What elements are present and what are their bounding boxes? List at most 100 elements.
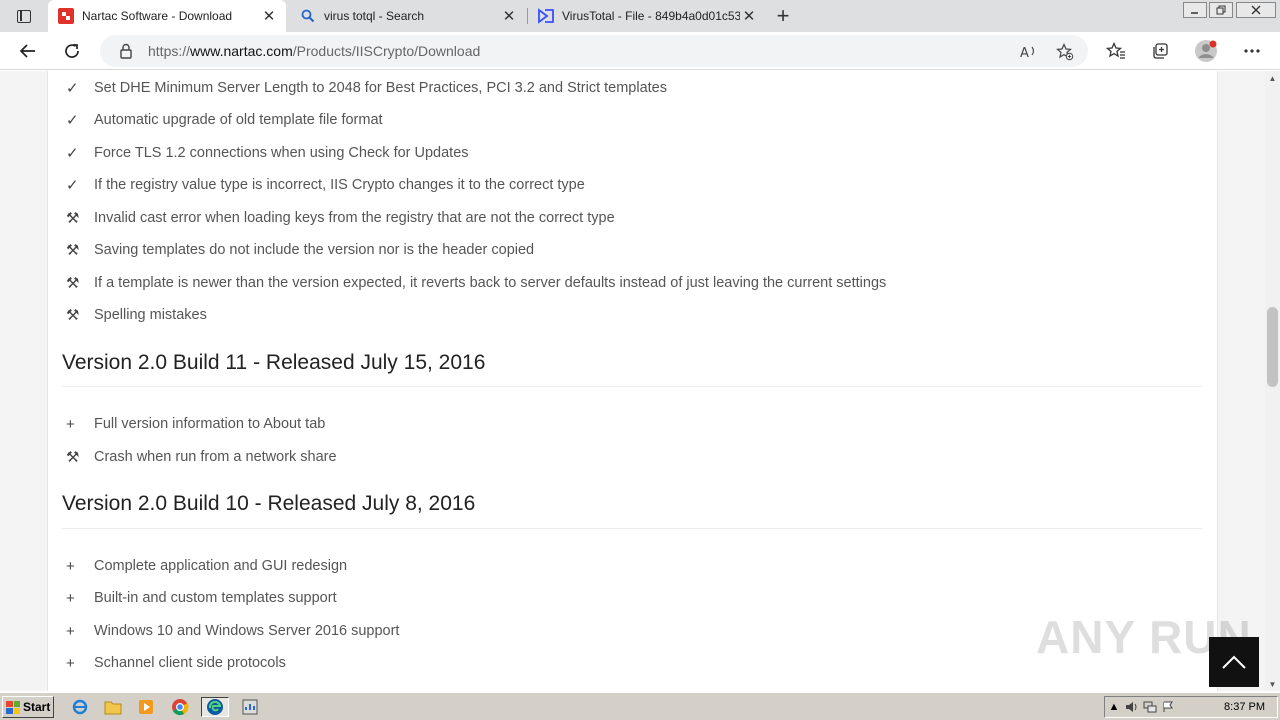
file-explorer-icon[interactable] bbox=[101, 697, 125, 717]
restore-button[interactable] bbox=[1209, 2, 1233, 18]
url-text: https://www.nartac.com/Products/IISCrypt… bbox=[148, 43, 480, 59]
media-player-icon[interactable] bbox=[134, 697, 158, 717]
svg-text:A: A bbox=[1020, 46, 1029, 60]
tab-virustotal-file[interactable]: VirusTotal - File - 849b4a0d01c53 ✕ bbox=[528, 0, 766, 32]
changelog-item-text: If the registry value type is incorrect,… bbox=[94, 177, 585, 193]
read-aloud-icon[interactable]: A bbox=[1020, 43, 1038, 61]
changelog-item: ⚒ If a template is newer than the versio… bbox=[64, 272, 886, 294]
tab-virus-search[interactable]: virus totql - Search ✕ bbox=[290, 0, 526, 32]
close-tab-icon[interactable]: ✕ bbox=[500, 7, 518, 25]
changelog-item-text: Spelling mistakes bbox=[94, 307, 207, 323]
collections-button[interactable] bbox=[1146, 37, 1174, 65]
favorites-button[interactable] bbox=[1102, 37, 1130, 65]
chevron-up-icon bbox=[1222, 655, 1246, 669]
nartac-logo-icon bbox=[58, 8, 74, 24]
changelog-item-text: Built-in and custom templates support bbox=[94, 590, 337, 606]
refresh-button[interactable] bbox=[58, 37, 86, 65]
chrome-icon[interactable] bbox=[168, 697, 192, 717]
changelog-item-text: Automatic upgrade of old template file f… bbox=[94, 112, 383, 128]
changelog-item: ⚒ Saving templates do not include the ve… bbox=[64, 239, 534, 261]
flag-icon[interactable] bbox=[1159, 699, 1177, 715]
changelog-item: + Schannel client side protocols bbox=[64, 652, 286, 674]
changelog-item-text: Invalid cast error when loading keys fro… bbox=[94, 210, 615, 226]
changelog-item: ⚒ Crash when run from a network share bbox=[64, 446, 337, 468]
changelog-item: ⚒ Invalid cast error when loading keys f… bbox=[64, 207, 615, 229]
checkmark-icon: ✓ bbox=[66, 177, 79, 194]
changelog-item-text: If a template is newer than the version … bbox=[94, 275, 887, 291]
speaker-icon[interactable] bbox=[1123, 699, 1141, 715]
add-favorite-icon[interactable] bbox=[1056, 43, 1074, 61]
changelog-item: + Windows 10 and Windows Server 2016 sup… bbox=[64, 620, 399, 642]
changelog-item: ⚒ Spelling mistakes bbox=[64, 304, 207, 326]
changelog-item-text: Crash when run from a network share bbox=[94, 449, 337, 465]
url-scheme: https:// bbox=[148, 43, 191, 59]
scroll-up-arrow-icon[interactable]: ▲ bbox=[1265, 71, 1280, 85]
tab-nartac-download[interactable]: Nartac Software - Download ✕ bbox=[48, 0, 286, 32]
plus-icon: + bbox=[66, 622, 75, 640]
changelog-item-text: Complete application and GUI redesign bbox=[94, 558, 348, 574]
section-divider bbox=[62, 386, 1202, 387]
url-host: www.nartac.com bbox=[190, 43, 293, 59]
scroll-down-arrow-icon[interactable]: ▼ bbox=[1265, 677, 1280, 691]
plus-icon: + bbox=[66, 654, 75, 672]
edge-icon[interactable] bbox=[201, 697, 229, 717]
tools-icon: ⚒ bbox=[66, 210, 80, 227]
changelog-item: ✓ Force TLS 1.2 connections when using C… bbox=[64, 142, 469, 164]
changelog-item: + Complete application and GUI redesign bbox=[64, 555, 347, 577]
tray-expand-icon[interactable]: ▲ bbox=[1105, 699, 1123, 715]
close-window-button[interactable] bbox=[1236, 2, 1276, 18]
scrollbar-thumb[interactable] bbox=[1267, 307, 1278, 387]
minimize-button[interactable] bbox=[1183, 2, 1207, 18]
restore-icon bbox=[1216, 5, 1226, 15]
page-scrollbar[interactable]: ▲ ▼ bbox=[1265, 71, 1280, 691]
lock-icon bbox=[118, 43, 134, 59]
task-manager-icon[interactable] bbox=[236, 697, 264, 717]
tab-actions-icon bbox=[17, 9, 31, 23]
changelog-item: + Full version information to About tab bbox=[64, 413, 325, 435]
version-heading: Version 2.0 Build 11 - Released July 15,… bbox=[62, 351, 486, 374]
changelog-item-text: Windows 10 and Windows Server 2016 suppo… bbox=[94, 623, 400, 639]
tab-strip: Nartac Software - Download ✕ virus totql… bbox=[0, 0, 1280, 32]
internet-explorer-icon[interactable] bbox=[68, 697, 92, 717]
version-heading: Version 2.0 Build 10 - Released July 8, … bbox=[62, 492, 476, 515]
start-label: Start bbox=[23, 700, 51, 714]
tools-icon: ⚒ bbox=[66, 307, 80, 324]
checkmark-icon: ✓ bbox=[66, 80, 79, 97]
network-icon[interactable] bbox=[1141, 699, 1159, 715]
start-button[interactable]: Start bbox=[2, 696, 54, 718]
profile-button[interactable] bbox=[1192, 37, 1220, 65]
plus-icon: + bbox=[66, 415, 75, 433]
settings-menu-button[interactable] bbox=[1238, 37, 1266, 65]
virustotal-logo-icon bbox=[538, 8, 554, 24]
windows-logo-icon bbox=[6, 700, 20, 714]
changelog-card: ✓ Set DHE Minimum Server Length to 2048 … bbox=[47, 71, 1218, 691]
changelog-item: ✓ Automatic upgrade of old template file… bbox=[64, 109, 383, 131]
favorites-icon bbox=[1106, 42, 1125, 59]
new-tab-button[interactable]: + bbox=[770, 3, 796, 28]
browser-toolbar: https://www.nartac.com/Products/IISCrypt… bbox=[0, 32, 1280, 70]
section-divider bbox=[62, 528, 1202, 529]
changelog-item-text: Saving templates do not include the vers… bbox=[94, 242, 535, 258]
tools-icon: ⚒ bbox=[66, 449, 80, 466]
changelog-item: ✓ Set DHE Minimum Server Length to 2048 … bbox=[64, 77, 667, 99]
close-tab-icon[interactable]: ✕ bbox=[740, 7, 758, 25]
search-icon bbox=[300, 8, 316, 24]
changelog-item: + Built-in and custom templates support bbox=[64, 587, 337, 609]
changelog-item-text: Schannel client side protocols bbox=[94, 655, 286, 671]
tab-actions-button[interactable] bbox=[8, 4, 40, 28]
avatar-icon bbox=[1195, 40, 1217, 62]
address-bar[interactable]: https://www.nartac.com/Products/IISCrypt… bbox=[100, 35, 1088, 67]
back-to-top-button[interactable] bbox=[1209, 637, 1259, 687]
back-button[interactable] bbox=[14, 37, 42, 65]
page-viewport: ✓ Set DHE Minimum Server Length to 2048 … bbox=[0, 71, 1265, 691]
close-tab-icon[interactable]: ✕ bbox=[260, 7, 278, 25]
tools-icon: ⚒ bbox=[66, 242, 80, 259]
plus-icon: + bbox=[66, 557, 75, 575]
minimize-icon bbox=[1191, 12, 1198, 14]
arrow-left-icon bbox=[19, 44, 35, 58]
changelog-item-text: Set DHE Minimum Server Length to 2048 fo… bbox=[94, 80, 667, 96]
collections-icon bbox=[1153, 43, 1168, 59]
checkmark-icon: ✓ bbox=[66, 145, 79, 162]
tab-title: Nartac Software - Download bbox=[82, 9, 233, 23]
changelog-item: ✓ If the registry value type is incorrec… bbox=[64, 174, 585, 196]
